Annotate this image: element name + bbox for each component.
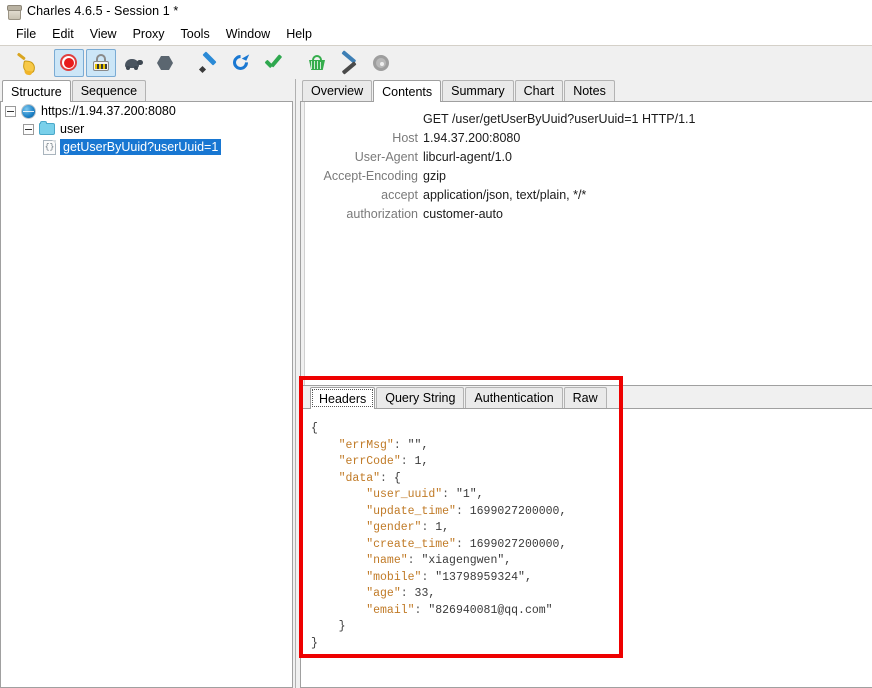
tab-contents[interactable]: Contents (373, 80, 442, 102)
folder-icon (39, 121, 55, 135)
menu-help[interactable]: Help (278, 25, 320, 43)
expand-toggle-folder[interactable] (23, 123, 34, 135)
charles-jar-icon (6, 4, 22, 20)
tab-chart[interactable]: Chart (514, 80, 564, 101)
validate-button[interactable] (258, 49, 288, 77)
tab-sequence-label: Sequence (80, 84, 138, 98)
request-line-row: . GET /user/getUserByUuid?userUuid=1 HTT… (301, 110, 872, 129)
validate-icon (263, 53, 283, 73)
ssl-proxying-icon (91, 53, 111, 73)
throttle-icon (123, 53, 143, 73)
tab-structure-label: Structure (11, 84, 62, 99)
tools-basket-icon (307, 53, 327, 73)
menu-edit[interactable]: Edit (44, 25, 82, 43)
stop-icon (155, 53, 175, 73)
tab-summary-label: Summary (451, 84, 505, 98)
compose-icon (198, 51, 219, 74)
header-row: Accept-Encoding gzip (301, 167, 872, 186)
window-title: Charles 4.6.5 - Session 1 * (27, 4, 179, 18)
header-value: libcurl-agent/1.0 (423, 150, 512, 164)
header-row: Host 1.94.37.200:8080 (301, 129, 872, 148)
header-value: 1.94.37.200:8080 (423, 131, 521, 145)
repeat-button[interactable] (226, 49, 256, 77)
request-headers-panel[interactable]: . GET /user/getUserByUuid?userUuid=1 HTT… (300, 102, 872, 386)
pane-splitter[interactable] (293, 79, 300, 688)
compose-button[interactable] (194, 49, 224, 77)
header-name: Accept-Encoding (323, 169, 418, 183)
menu-bar: File Edit View Proxy Tools Window Help (0, 23, 872, 46)
response-pane: Headers Query String Authentication Raw … (300, 386, 872, 688)
tools-basket-button[interactable] (302, 49, 332, 77)
header-value: customer-auto (423, 207, 503, 221)
left-tabstrip: Structure Sequence (0, 79, 293, 102)
tab-query-string-label: Query String (385, 391, 456, 405)
response-json-body: { "errMsg": "", "errCode": 1, "data": { … (311, 422, 567, 650)
menu-tools[interactable]: Tools (173, 25, 218, 43)
tab-overview-label: Overview (311, 84, 364, 98)
tab-summary[interactable]: Summary (442, 80, 514, 101)
title-bar: Charles 4.6.5 - Session 1 * (0, 0, 872, 23)
tab-contents-label: Contents (382, 84, 433, 99)
record-icon (59, 53, 79, 73)
header-name: User-Agent (354, 150, 418, 164)
request-line-spacer: . (301, 110, 423, 129)
expand-toggle-host[interactable] (5, 105, 16, 117)
header-value: gzip (423, 169, 446, 183)
response-tabstrip: Headers Query String Authentication Raw (300, 386, 872, 409)
tab-notes-label: Notes (573, 84, 606, 98)
header-row: authorization customer-auto (301, 205, 872, 224)
clear-session-button[interactable] (10, 49, 40, 77)
clear-session-icon (15, 52, 36, 74)
tree-row-host[interactable]: https://1.94.37.200:8080 (1, 102, 292, 120)
left-pane: Structure Sequence https://1.94.37.200:8… (0, 79, 293, 688)
tab-headers-label: Headers (319, 391, 367, 406)
preferences-button[interactable] (366, 49, 396, 77)
tab-notes[interactable]: Notes (564, 80, 615, 101)
tab-sequence[interactable]: Sequence (71, 80, 147, 101)
tab-authentication[interactable]: Authentication (465, 387, 563, 408)
header-row: accept application/json, text/plain, */* (301, 186, 872, 205)
right-pane: Overview Contents Summary Chart Notes GE… (300, 79, 872, 688)
response-body-panel[interactable]: { "errMsg": "", "errCode": 1, "data": { … (300, 409, 872, 688)
menu-proxy[interactable]: Proxy (125, 25, 173, 43)
globe-icon (21, 103, 36, 119)
tree-row-request[interactable]: {} getUserByUuid?userUuid=1 (1, 138, 292, 156)
ssl-proxying-button[interactable] (86, 49, 116, 77)
tab-raw[interactable]: Raw (563, 387, 607, 408)
settings-tools-icon (339, 50, 359, 75)
header-name: Host (392, 131, 418, 145)
breakpoints-button[interactable] (150, 49, 180, 77)
throttle-button[interactable] (118, 49, 148, 77)
request-panel-gutter (301, 102, 305, 385)
header-value: application/json, text/plain, */* (423, 188, 587, 202)
tab-overview[interactable]: Overview (302, 80, 373, 101)
gear-icon (371, 53, 391, 73)
menu-window[interactable]: Window (218, 25, 278, 43)
tree-request-label: getUserByUuid?userUuid=1 (60, 139, 222, 155)
tab-query-string[interactable]: Query String (376, 387, 465, 408)
tab-headers[interactable]: Headers (310, 387, 376, 409)
json-document-icon: {} (43, 139, 56, 155)
tree-row-folder[interactable]: user (1, 120, 292, 138)
main-split: Structure Sequence https://1.94.37.200:8… (0, 79, 872, 688)
menu-file[interactable]: File (8, 25, 44, 43)
session-tree[interactable]: https://1.94.37.200:8080 user {} getUser… (0, 102, 293, 688)
tab-authentication-label: Authentication (474, 391, 554, 405)
repeat-icon (229, 51, 252, 74)
right-tabstrip: Overview Contents Summary Chart Notes (300, 79, 872, 102)
tab-raw-label: Raw (572, 391, 598, 405)
header-name: accept (381, 188, 418, 202)
header-row: User-Agent libcurl-agent/1.0 (301, 148, 872, 167)
record-button[interactable] (54, 49, 84, 77)
tree-host-label: https://1.94.37.200:8080 (41, 104, 176, 118)
request-line-value: GET /user/getUserByUuid?userUuid=1 HTTP/… (423, 112, 696, 126)
settings-tools-button[interactable] (334, 49, 364, 77)
charles-proxy-window: Charles 4.6.5 - Session 1 * File Edit Vi… (0, 0, 872, 688)
toolbar (0, 46, 872, 81)
tab-chart-label: Chart (523, 84, 555, 98)
menu-view[interactable]: View (82, 25, 125, 43)
tree-folder-label: user (60, 122, 85, 136)
tab-structure[interactable]: Structure (2, 80, 71, 102)
header-name: authorization (346, 207, 418, 221)
